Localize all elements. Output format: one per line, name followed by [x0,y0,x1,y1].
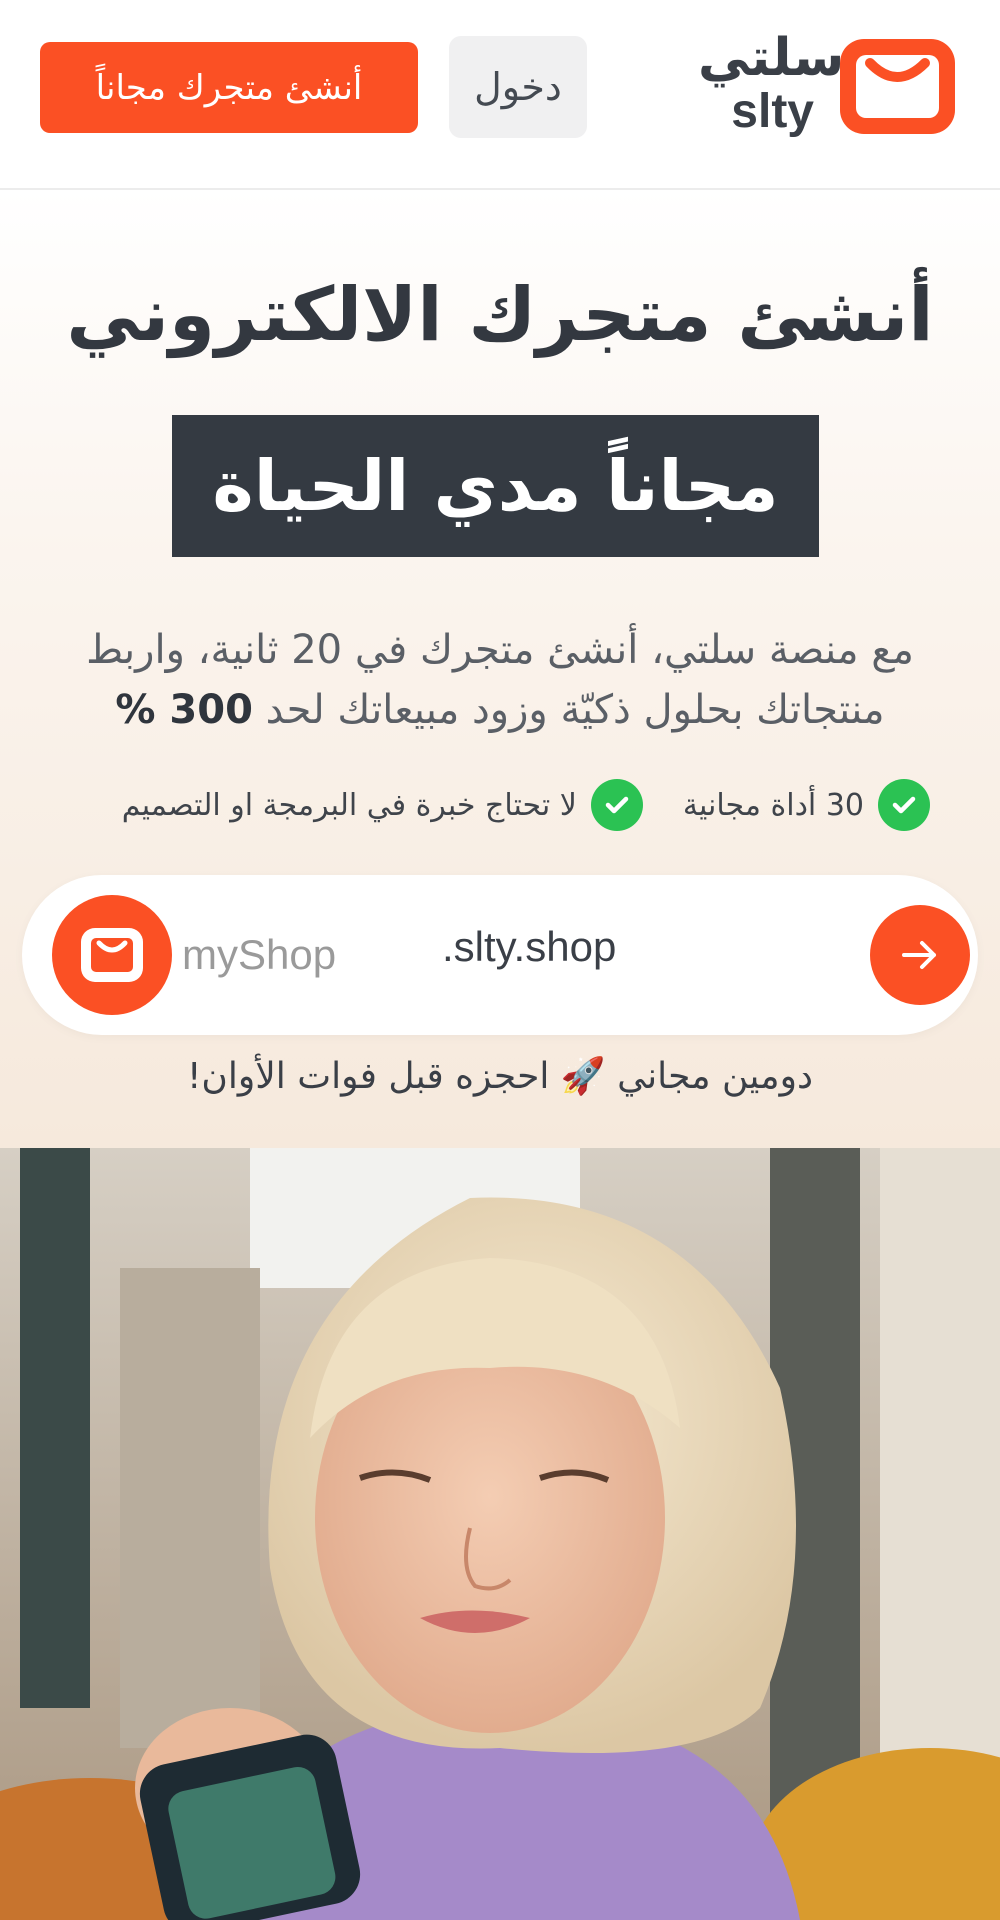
check-icon [590,779,643,831]
domain-submit-button[interactable] [870,905,970,1005]
logo-text-arabic: سلتي [698,28,845,88]
logo-text-english: slty [731,85,814,138]
hero-description: مع منصة سلتي، أنشئ متجرك في 20 ثانية، وا… [60,620,940,740]
hero-highlight-box: مجاناً مدي الحياة [172,415,819,557]
domain-suffix: .slty.shop [442,923,617,970]
hero-photo [0,1148,1000,1920]
check-icon [878,779,930,831]
feature-label: لا تحتاج خبرة في البرمجة او التصميم [121,787,577,823]
hero-section: أنشئ متجرك الالكتروني مجاناً مدي الحياة … [0,190,1000,1148]
arrow-right-icon [902,941,936,969]
free-domain-note: دومين مجاني 🚀 احجزه قبل فوات الأوان! [186,1056,813,1097]
hero-desc-percent: 300 % [115,687,253,733]
feature-item: لا تحتاج خبرة في البرمجة او التصميم [122,779,643,831]
site-header: سلتي slty دخول أنشئ متجرك مجاناً [0,0,1000,190]
hero-highlight-text: مجاناً مدي الحياة [212,445,779,527]
hero-desc-line2: منتجاتك بحلول ذكيّة وزود مبيعاتك لحد [265,687,885,733]
feature-item: 30 أداة مجانية [683,779,930,831]
hero-title: أنشئ متجرك الالكتروني [66,272,934,358]
domain-search-bar: .slty.shop [22,875,978,1035]
login-button[interactable]: دخول [449,36,587,138]
hero-desc-line1: مع منصة سلتي، أنشئ متجرك في 20 ثانية، وا… [86,627,914,673]
store-bag-icon [52,895,172,1015]
feature-label: 30 أداة مجانية [682,787,864,823]
feature-list: 30 أداة مجانية لا تحتاج خبرة في البرمجة … [40,775,960,835]
store-name-input[interactable] [182,915,392,995]
logo-bag-icon[interactable] [834,33,961,140]
create-store-button[interactable]: أنشئ متجرك مجاناً [40,42,418,133]
